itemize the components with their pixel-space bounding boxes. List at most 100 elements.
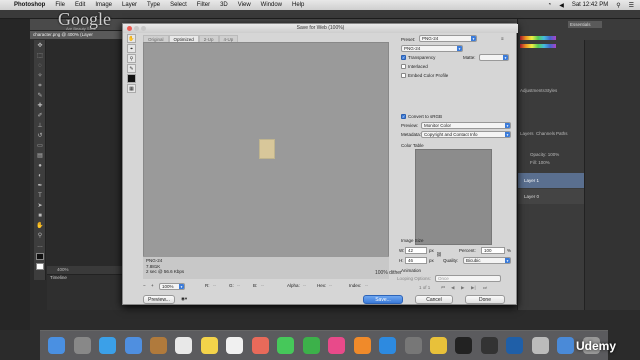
blur-tool-icon[interactable]: ● bbox=[36, 163, 44, 170]
dock-reminders-icon[interactable] bbox=[226, 337, 244, 354]
menu-select[interactable]: Select bbox=[165, 2, 192, 8]
search-icon[interactable]: ⚲ bbox=[616, 2, 620, 9]
dock-mail-icon[interactable] bbox=[124, 337, 142, 354]
dock-launchpad-icon[interactable] bbox=[73, 337, 91, 354]
menu-image[interactable]: Image bbox=[90, 2, 117, 8]
clock[interactable]: Sat 12:42 PM bbox=[572, 2, 608, 8]
looping-options-select[interactable]: Once bbox=[435, 275, 501, 282]
move-tool-icon[interactable]: ✥ bbox=[36, 43, 44, 50]
dock-contacts-icon[interactable] bbox=[150, 337, 168, 354]
eyedropper-tool-icon[interactable]: ✎ bbox=[127, 64, 136, 73]
color-swatches[interactable] bbox=[520, 36, 556, 40]
preview-button[interactable]: Preview... bbox=[143, 295, 175, 304]
zoom-select[interactable]: 100% ▾ bbox=[159, 283, 185, 290]
lasso-tool-icon[interactable]: ◌ bbox=[36, 63, 44, 70]
dock-system-preferences-icon[interactable] bbox=[404, 337, 422, 354]
crop-tool-icon[interactable]: ⌗ bbox=[36, 83, 44, 90]
toggle-slices-icon[interactable]: ▦ bbox=[127, 84, 136, 93]
layer-row-layer-0[interactable]: Layer 0 bbox=[518, 189, 584, 204]
dock-photos-icon[interactable] bbox=[251, 337, 269, 354]
dock-calendar-icon[interactable] bbox=[175, 337, 193, 354]
dock-finder-icon[interactable] bbox=[48, 337, 66, 354]
zoom-window-button[interactable] bbox=[141, 26, 146, 31]
menu-filter[interactable]: Filter bbox=[192, 2, 215, 8]
volume-icon[interactable]: ◀ bbox=[559, 2, 564, 9]
dock-facetime-icon[interactable] bbox=[302, 337, 320, 354]
minimize-window-button[interactable] bbox=[134, 26, 139, 31]
gradient-tool-icon[interactable]: ▤ bbox=[36, 153, 44, 160]
menu-window[interactable]: Window bbox=[256, 2, 287, 8]
history-brush-tool-icon[interactable]: ↺ bbox=[36, 133, 44, 140]
tab-channels[interactable]: Channels bbox=[536, 131, 555, 136]
wifi-icon[interactable]: ◔ bbox=[548, 2, 552, 8]
marquee-tool-icon[interactable]: ⬚ bbox=[36, 53, 44, 60]
color-swatches-row-2[interactable] bbox=[520, 44, 556, 48]
embed-color-profile-checkbox[interactable] bbox=[401, 73, 406, 78]
menu-3d[interactable]: 3D bbox=[215, 2, 233, 8]
metadata-select[interactable]: Copyright and Contact Info ▾ bbox=[421, 131, 511, 138]
eyedropper-color-swatch[interactable] bbox=[127, 74, 136, 83]
dock-preview-icon[interactable] bbox=[531, 337, 549, 354]
workspace-selector[interactable]: Essentials bbox=[568, 21, 602, 28]
menu-app-name[interactable]: Photoshop bbox=[10, 2, 50, 8]
opacity-label[interactable]: Opacity: 100% bbox=[530, 152, 559, 157]
menu-type[interactable]: Type bbox=[142, 2, 165, 8]
preset-select[interactable]: PNG-24 ▾ bbox=[419, 35, 477, 42]
percent-input[interactable]: 100 bbox=[481, 247, 505, 254]
convert-srgb-checkbox[interactable] bbox=[401, 114, 406, 119]
layer-row-layer-1[interactable]: Layer 1 bbox=[518, 173, 584, 188]
tab-layers[interactable]: Layers bbox=[520, 131, 534, 136]
save-button[interactable]: Save... bbox=[363, 295, 403, 304]
hand-tool-icon[interactable]: ✋ bbox=[36, 223, 44, 230]
dock-ibooks-icon[interactable] bbox=[353, 337, 371, 354]
brush-tool-icon[interactable]: ✐ bbox=[36, 113, 44, 120]
matte-select[interactable]: ▾ bbox=[479, 54, 509, 61]
zoom-tool-icon[interactable]: ⚲ bbox=[36, 233, 44, 240]
foreground-color-swatch[interactable] bbox=[36, 253, 44, 260]
preview-select[interactable]: Monitor Color ▾ bbox=[421, 122, 511, 129]
browser-preview-icon[interactable]: ◉▾ bbox=[181, 296, 187, 302]
document-tab[interactable]: character.png @ 400% (Layer bbox=[30, 31, 122, 39]
menu-layer[interactable]: Layer bbox=[117, 2, 142, 8]
path-selection-tool-icon[interactable]: ➤ bbox=[36, 203, 44, 210]
dock-app-store-icon[interactable] bbox=[379, 337, 397, 354]
tab-paths[interactable]: Paths bbox=[556, 131, 568, 136]
timeline-label[interactable]: Timeline bbox=[50, 275, 67, 280]
quality-select[interactable]: Bicubic ▾ bbox=[463, 257, 511, 264]
zoom-in-button[interactable]: + bbox=[151, 283, 154, 288]
menu-help[interactable]: Help bbox=[287, 2, 309, 8]
preset-menu-icon[interactable]: ≡ bbox=[501, 36, 504, 41]
dock-unity-icon[interactable] bbox=[480, 337, 498, 354]
tab-styles[interactable]: Styles bbox=[545, 88, 557, 93]
dock-folder-icon[interactable] bbox=[557, 337, 575, 354]
close-window-button[interactable] bbox=[127, 26, 132, 31]
menu-edit[interactable]: Edit bbox=[70, 2, 90, 8]
zoom-tool-icon[interactable]: ⚲ bbox=[127, 54, 136, 63]
more-tools-icon[interactable]: … bbox=[36, 243, 44, 250]
dock-safari-icon[interactable] bbox=[99, 337, 117, 354]
eyedropper-tool-icon[interactable]: ✎ bbox=[36, 93, 44, 100]
cancel-button[interactable]: Cancel bbox=[415, 295, 453, 304]
slice-select-tool-icon[interactable]: ⌖ bbox=[127, 44, 136, 53]
fill-label[interactable]: Fill: 100% bbox=[530, 160, 550, 165]
eraser-tool-icon[interactable]: ▭ bbox=[36, 143, 44, 150]
height-input[interactable]: 46 bbox=[405, 257, 427, 264]
menu-view[interactable]: View bbox=[233, 2, 256, 8]
dodge-tool-icon[interactable]: ◐ bbox=[36, 173, 44, 180]
zoom-out-button[interactable]: − bbox=[143, 283, 146, 288]
notifications-icon[interactable]: ☰ bbox=[629, 2, 634, 9]
dock-terminal-icon[interactable] bbox=[455, 337, 473, 354]
constrain-proportions-icon[interactable]: ⛓ bbox=[436, 252, 442, 258]
interlaced-checkbox[interactable] bbox=[401, 64, 406, 69]
dock-messages-icon[interactable] bbox=[277, 337, 295, 354]
magic-wand-tool-icon[interactable]: ✧ bbox=[36, 73, 44, 80]
stamp-tool-icon[interactable]: ⊥ bbox=[36, 123, 44, 130]
dock-chrome-icon[interactable] bbox=[430, 337, 448, 354]
healing-tool-icon[interactable]: ✚ bbox=[36, 103, 44, 110]
pen-tool-icon[interactable]: ✒ bbox=[36, 183, 44, 190]
background-color-swatch[interactable] bbox=[36, 263, 44, 270]
dock-itunes-icon[interactable] bbox=[328, 337, 346, 354]
done-button[interactable]: Done bbox=[465, 295, 505, 304]
tab-adjustments[interactable]: Adjustments bbox=[520, 88, 545, 93]
width-input[interactable]: 42 bbox=[405, 247, 427, 254]
